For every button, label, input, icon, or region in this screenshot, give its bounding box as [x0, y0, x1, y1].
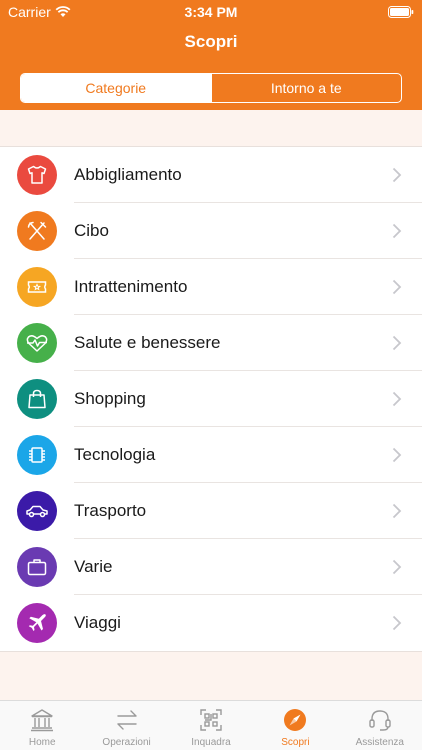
- car-icon: [17, 491, 57, 531]
- briefcase-icon: [17, 547, 57, 587]
- chevron-right-icon: [392, 503, 402, 519]
- tab-assistenza[interactable]: Assistenza: [338, 701, 422, 750]
- category-label: Trasporto: [74, 501, 147, 520]
- status-bar: Carrier 3:34 PM: [0, 0, 422, 22]
- chevron-right-icon: [392, 335, 402, 351]
- chevron-right-icon: [392, 615, 402, 631]
- segment-categorie[interactable]: Categorie: [21, 74, 211, 102]
- heart-pulse-icon: [17, 323, 57, 363]
- tab-bar: Home Operazioni Inquadra Scopri Assisten…: [0, 700, 422, 750]
- tshirt-icon: [17, 155, 57, 195]
- chevron-right-icon: [392, 447, 402, 463]
- chevron-right-icon: [392, 167, 402, 183]
- transfer-arrows-icon: [116, 710, 137, 730]
- header: Carrier 3:34 PM Scopri Categorie Intorno…: [0, 0, 422, 110]
- tab-inquadra[interactable]: Inquadra: [169, 701, 253, 750]
- compass-icon: [284, 709, 307, 731]
- chevron-right-icon: [392, 223, 402, 239]
- category-label: Intrattenimento: [74, 277, 188, 296]
- category-row-cibo[interactable]: Cibo: [0, 203, 422, 259]
- chip-icon: [17, 435, 57, 475]
- category-label: Salute e benessere: [74, 333, 221, 352]
- category-label: Abbigliamento: [74, 165, 182, 184]
- tab-operazioni[interactable]: Operazioni: [84, 701, 168, 750]
- page-title: Scopri: [184, 32, 238, 51]
- battery-icon: [388, 5, 414, 21]
- tab-home[interactable]: Home: [0, 701, 84, 750]
- headset-icon: [369, 710, 391, 731]
- category-row-intrattenimento[interactable]: Intrattenimento: [0, 259, 422, 315]
- tab-label: Inquadra: [191, 737, 231, 748]
- category-row-salute-e-benessere[interactable]: Salute e benessere: [0, 315, 422, 371]
- tab-label: Home: [28, 737, 56, 748]
- segmented-control: Categorie Intorno a te: [20, 73, 402, 103]
- chevron-right-icon: [392, 391, 402, 407]
- qr-code-icon: [200, 709, 222, 731]
- category-row-viaggi[interactable]: Viaggi: [0, 595, 422, 651]
- bank-icon: [31, 709, 54, 732]
- tab-scopri[interactable]: Scopri: [253, 701, 337, 750]
- airplane-icon: [17, 603, 57, 643]
- category-row-abbigliamento[interactable]: Abbigliamento: [0, 147, 422, 203]
- category-label: Tecnologia: [74, 445, 156, 464]
- category-row-tecnologia[interactable]: Tecnologia: [0, 427, 422, 483]
- ticket-icon: [17, 267, 57, 307]
- tab-label: Operazioni: [102, 737, 151, 748]
- category-label: Varie: [74, 557, 113, 576]
- category-row-varie[interactable]: Varie: [0, 539, 422, 595]
- chevron-right-icon: [392, 559, 402, 575]
- status-time: 3:34 PM: [184, 4, 238, 20]
- category-list: Abbigliamento Cibo Intrattenimento Salut…: [0, 146, 422, 652]
- category-label: Shopping: [74, 389, 146, 408]
- category-label: Viaggi: [74, 613, 121, 632]
- category-row-trasporto[interactable]: Trasporto: [0, 483, 422, 539]
- tab-label: Assistenza: [355, 737, 404, 748]
- tab-label: Scopri: [281, 737, 310, 748]
- category-label: Cibo: [74, 221, 109, 240]
- chevron-right-icon: [392, 279, 402, 295]
- fork-knife-icon: [17, 211, 57, 251]
- category-row-shopping[interactable]: Shopping: [0, 371, 422, 427]
- shopping-bag-icon: [17, 379, 57, 419]
- segment-intorno-a-te[interactable]: Intorno a te: [210, 74, 402, 102]
